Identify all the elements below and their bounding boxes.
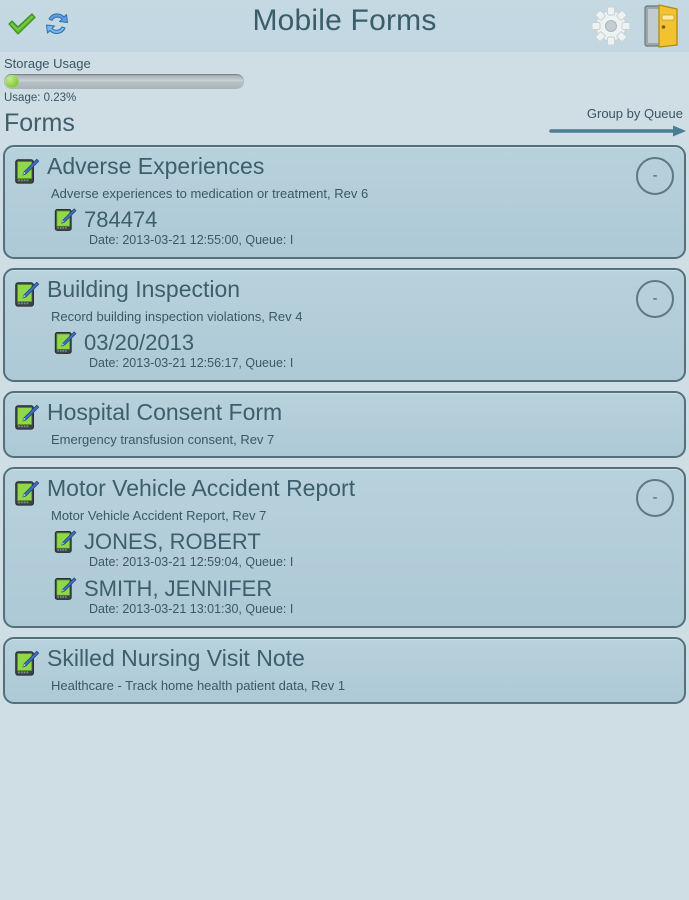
form-card-title: Skilled Nursing Visit Note — [47, 645, 305, 671]
header-right-icon-group — [589, 3, 681, 49]
form-entry-header: 784474 — [51, 206, 676, 233]
collapse-toggle-button-0[interactable]: - — [636, 157, 674, 195]
form-card-header: Hospital Consent Form — [11, 399, 676, 432]
form-card-title: Adverse Experiences — [47, 153, 265, 179]
form-entry-header: SMITH, JENNIFER — [51, 575, 676, 602]
storage-usage-value: Usage: 0.23% — [4, 92, 77, 104]
form-device-icon — [11, 279, 41, 309]
form-device-icon — [51, 329, 78, 356]
form-card-title: Hospital Consent Form — [47, 399, 283, 425]
group-by-queue-label: Group by Queue — [586, 106, 683, 121]
page-title: Mobile Forms — [252, 4, 437, 37]
form-card-subtitle: Emergency transfusion consent, Rev 7 — [51, 432, 275, 447]
form-card-title: Motor Vehicle Accident Report — [47, 475, 356, 501]
form-entry-list: 03/20/2013 Date: 2013-03-21 12:56:17, Qu… — [11, 329, 676, 372]
form-device-icon — [11, 648, 41, 678]
form-device-icon — [51, 206, 78, 233]
form-entry-1-0[interactable]: 03/20/2013 Date: 2013-03-21 12:56:17, Qu… — [51, 329, 676, 372]
gear-settings-icon[interactable] — [589, 4, 633, 48]
collapse-toggle-button-3[interactable]: - — [636, 479, 674, 517]
forms-list: Adverse Experiences Adverse experiences … — [0, 145, 689, 704]
form-entry-title: JONES, ROBERT — [84, 528, 261, 554]
form-card-subtitle: Record building inspection violations, R… — [51, 309, 303, 324]
form-card-header: Building Inspection — [11, 276, 676, 309]
form-entry-title: 03/20/2013 — [84, 329, 195, 355]
form-device-icon — [51, 575, 78, 602]
form-card-title: Building Inspection — [47, 276, 241, 302]
form-card-header: Adverse Experiences — [11, 153, 676, 186]
form-card-0[interactable]: Adverse Experiences Adverse experiences … — [3, 145, 686, 259]
form-entry-title: SMITH, JENNIFER — [84, 575, 273, 601]
form-card-subtitle: Healthcare - Track home health patient d… — [51, 678, 346, 693]
form-card-2[interactable]: Hospital Consent Form Emergency transfus… — [3, 391, 686, 458]
form-card-subtitle: Adverse experiences to medication or tre… — [51, 186, 369, 201]
form-card-1[interactable]: Building Inspection Record building insp… — [3, 268, 686, 382]
form-device-icon — [11, 156, 41, 186]
form-entry-meta: Date: 2013-03-21 12:59:04, Queue: I — [89, 555, 294, 569]
form-card-header: Motor Vehicle Accident Report — [11, 475, 676, 508]
storage-usage-progress-fill — [5, 75, 19, 88]
form-device-icon — [11, 402, 41, 432]
form-entry-title: 784474 — [84, 206, 158, 232]
collapse-toggle-button-1[interactable]: - — [636, 280, 674, 318]
arrow-right-icon — [549, 125, 686, 137]
form-card-3[interactable]: Motor Vehicle Accident Report Motor Vehi… — [3, 467, 686, 628]
storage-usage-progressbar[interactable] — [4, 74, 244, 89]
form-entry-3-1[interactable]: SMITH, JENNIFER Date: 2013-03-21 13:01:3… — [51, 575, 676, 618]
app-header: Mobile Forms — [0, 0, 689, 52]
storage-usage-section: Storage Usage Usage: 0.23% — [0, 52, 689, 105]
form-entry-3-0[interactable]: JONES, ROBERT Date: 2013-03-21 12:59:04,… — [51, 528, 676, 571]
form-card-subtitle: Motor Vehicle Accident Report, Rev 7 — [51, 508, 267, 523]
group-by-queue-button[interactable]: Group by Queue — [549, 105, 689, 138]
form-entry-meta: Date: 2013-03-21 13:01:30, Queue: I — [89, 602, 294, 616]
form-entry-meta: Date: 2013-03-21 12:56:17, Queue: I — [89, 356, 294, 370]
form-entry-list: 784474 Date: 2013-03-21 12:55:00, Queue:… — [11, 206, 676, 249]
form-entry-meta: Date: 2013-03-21 12:55:00, Queue: I — [89, 233, 294, 247]
exit-door-icon[interactable] — [641, 3, 681, 49]
form-device-icon — [51, 528, 78, 555]
form-device-icon — [11, 478, 41, 508]
form-entry-header: JONES, ROBERT — [51, 528, 676, 555]
form-card-4[interactable]: Skilled Nursing Visit Note Healthcare - … — [3, 637, 686, 704]
form-entry-header: 03/20/2013 — [51, 329, 676, 356]
form-entry-list: JONES, ROBERT Date: 2013-03-21 12:59:04,… — [11, 528, 676, 618]
form-card-header: Skilled Nursing Visit Note — [11, 645, 676, 678]
storage-usage-label: Storage Usage — [4, 56, 91, 71]
form-entry-0-0[interactable]: 784474 Date: 2013-03-21 12:55:00, Queue:… — [51, 206, 676, 249]
forms-section-header: Forms Group by Queue — [0, 105, 689, 145]
